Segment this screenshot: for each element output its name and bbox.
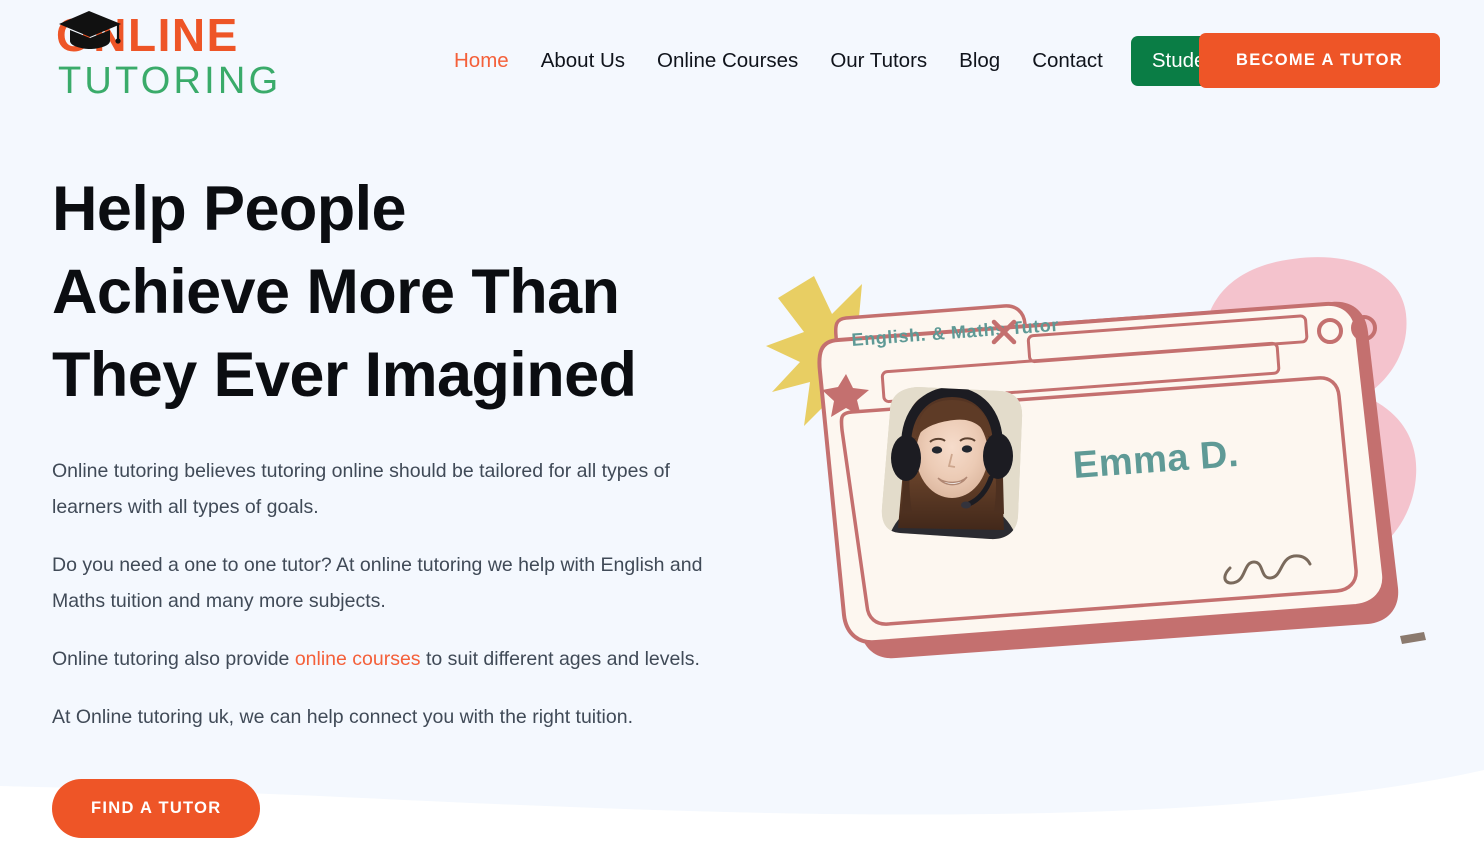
hero-paragraph-3: Online tutoring also provide online cour… [52,641,722,677]
page-title: Help People Achieve More Than They Ever … [52,168,712,417]
paragraph-3-after: to suit different ages and levels. [420,648,700,670]
tutor-photo [881,387,1023,540]
paragraph-3-before: Online tutoring also provide [52,648,295,670]
become-a-tutor-button[interactable]: BECOME A TUTOR [1198,33,1440,88]
hero-content: Help People Achieve More Than They Ever … [52,168,752,838]
nav-item-about-us[interactable]: About Us [525,49,641,73]
nav-item-online-courses[interactable]: Online Courses [641,49,814,73]
logo-line-tutoring: TUTORING [58,60,282,102]
page-root: ONLINE TUTORING Home About Us Online Cou… [0,0,1484,846]
headline-line-1: Help People [52,174,407,244]
dash-mark-icon [1400,632,1426,644]
main-navigation: Home About Us Online Courses Our Tutors … [438,0,1254,122]
nav-item-home[interactable]: Home [438,49,525,73]
nav-item-contact[interactable]: Contact [1016,49,1119,73]
hero-paragraph-2: Do you need a one to one tutor? At onlin… [52,554,703,612]
site-logo[interactable]: ONLINE TUTORING [52,11,282,112]
headline-line-3: They Ever Imagined [52,340,637,410]
find-a-tutor-button[interactable]: FIND A TUTOR [52,779,261,838]
online-courses-link[interactable]: online courses [295,648,421,670]
hero-paragraph-4: At Online tutoring uk, we can help conne… [52,706,634,728]
hero-paragraph-1: Online tutoring believes tutoring online… [52,460,670,518]
site-header: ONLINE TUTORING Home About Us Online Cou… [0,0,1484,122]
nav-item-blog[interactable]: Blog [943,49,1016,73]
hero-illustration: English. & Maths Tutor Emma D. [760,240,1460,680]
graduation-cap-icon [59,11,121,49]
headline-line-2: Achieve More Than [52,257,620,327]
nav-item-our-tutors[interactable]: Our Tutors [814,49,943,73]
